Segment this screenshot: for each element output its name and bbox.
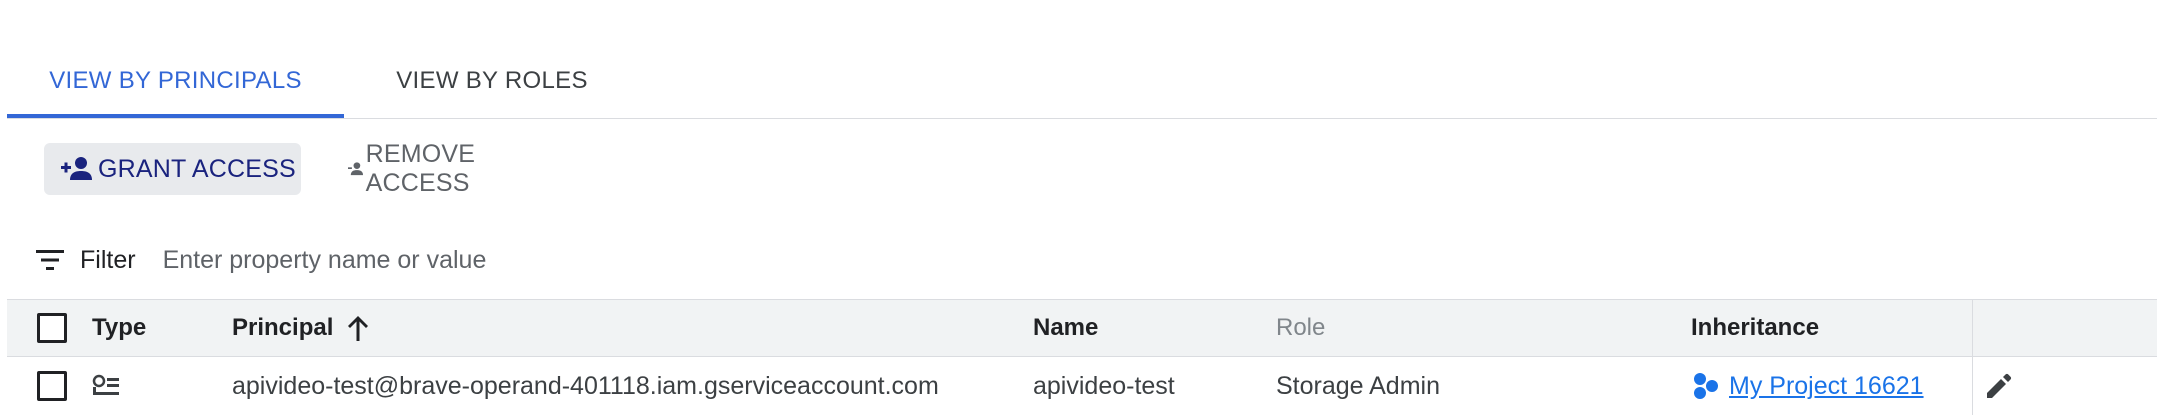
role-cell: Storage Admin	[1276, 371, 1440, 400]
arrow-up-icon[interactable]	[345, 314, 371, 342]
edit-cell	[1983, 357, 2013, 415]
column-header-type[interactable]: Type	[92, 300, 146, 356]
principal-cell: apivideo-test@brave-operand-401118.iam.g…	[232, 371, 939, 400]
table-header: Type Principal Name Role Inheritance	[7, 299, 2157, 357]
column-divider	[1972, 357, 1973, 415]
row-checkbox[interactable]	[37, 371, 67, 401]
column-divider	[1972, 300, 1973, 356]
select-all-checkbox[interactable]	[37, 313, 67, 343]
column-header-inheritance[interactable]: Inheritance	[1691, 300, 1819, 356]
inheritance-cell: My Project 16621	[1691, 357, 1924, 415]
inheritance-link[interactable]: My Project 16621	[1691, 372, 1924, 401]
add-person-icon	[61, 157, 92, 180]
remove-access-button[interactable]: REMOVE ACCESS	[348, 140, 488, 197]
project-icon	[1694, 373, 1718, 399]
remove-access-label: REMOVE ACCESS	[365, 140, 476, 197]
grant-access-button[interactable]: GRANT ACCESS	[44, 143, 301, 195]
column-header-name[interactable]: Name	[1033, 300, 1098, 356]
inheritance-link-label: My Project 16621	[1729, 371, 1924, 400]
principals-table: Type Principal Name Role Inheritance api…	[7, 299, 2157, 415]
column-header-principal[interactable]: Principal	[232, 300, 371, 356]
row-select-cell	[37, 357, 67, 415]
type-cell	[92, 357, 122, 415]
column-header-role: Role	[1276, 314, 1326, 341]
column-header-principal-label: Principal	[232, 314, 334, 341]
filter-label: Filter	[80, 245, 136, 274]
select-all-cell	[37, 300, 67, 356]
filter-bar: Filter	[36, 240, 1063, 280]
table-row: apivideo-test@brave-operand-401118.iam.g…	[7, 357, 2157, 415]
remove-person-icon	[348, 162, 364, 176]
view-tabs: VIEW BY PRINCIPALS VIEW BY ROLES	[7, 0, 2157, 119]
filter-input[interactable]	[162, 245, 1063, 275]
filter-icon	[36, 250, 64, 270]
name-cell: apivideo-test	[1033, 371, 1175, 400]
tab-view-by-roles[interactable]: VIEW BY ROLES	[344, 58, 640, 116]
service-account-icon	[92, 374, 119, 395]
pencil-icon[interactable]	[1983, 371, 2013, 401]
tab-view-by-principals[interactable]: VIEW BY PRINCIPALS	[7, 58, 344, 118]
grant-access-label: GRANT ACCESS	[98, 154, 296, 183]
